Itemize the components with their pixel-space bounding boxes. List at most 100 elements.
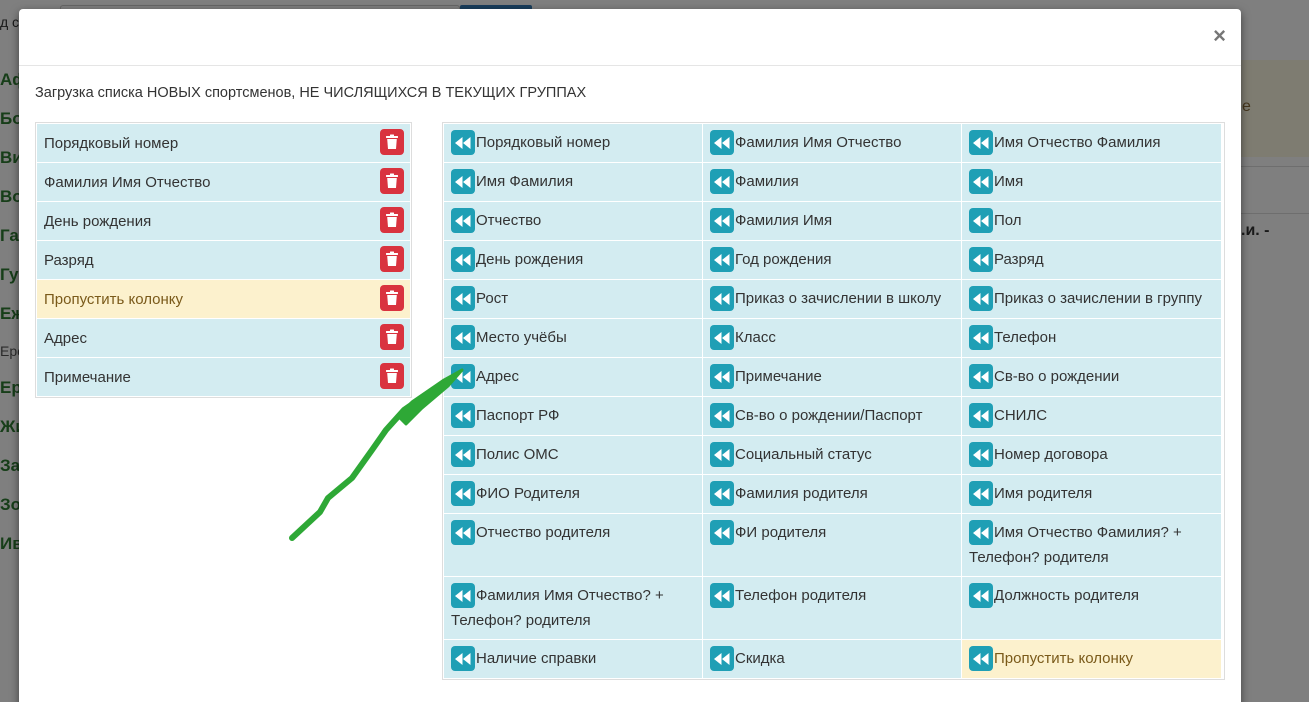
import-modal: × Загрузка списка НОВЫХ спортсменов, НЕ … [19, 9, 1241, 702]
available-field-item[interactable]: Фамилия родителя [703, 475, 961, 513]
available-field-item[interactable]: Имя родителя [962, 475, 1221, 513]
available-field-item[interactable]: Должность родителя [962, 577, 1221, 639]
double-arrow-left-icon[interactable] [451, 481, 475, 506]
trash-icon[interactable] [380, 129, 404, 155]
double-arrow-left-icon[interactable] [451, 247, 475, 272]
double-arrow-left-icon[interactable] [451, 583, 475, 608]
available-field-item[interactable]: Имя Отчество Фамилия [962, 124, 1221, 162]
double-arrow-svg [973, 370, 989, 383]
available-field-item[interactable]: Рост [444, 280, 702, 318]
available-field-item[interactable]: Фамилия Имя Отчество? + Телефон? родител… [444, 577, 702, 639]
double-arrow-left-icon[interactable] [710, 646, 734, 671]
double-arrow-left-icon[interactable] [710, 325, 734, 350]
available-field-item[interactable]: Приказ о зачислении в школу [703, 280, 961, 318]
selected-column-item[interactable]: День рождения [37, 202, 410, 240]
available-field-item[interactable]: Порядковый номер [444, 124, 702, 162]
double-arrow-left-icon[interactable] [451, 286, 475, 311]
available-field-item[interactable]: Св-во о рождении/Паспорт [703, 397, 961, 435]
available-field-item[interactable]: Социальный статус [703, 436, 961, 474]
double-arrow-left-icon[interactable] [710, 520, 734, 545]
trash-icon[interactable] [380, 168, 404, 194]
double-arrow-left-icon[interactable] [710, 403, 734, 428]
double-arrow-left-icon[interactable] [710, 442, 734, 467]
double-arrow-left-icon[interactable] [969, 208, 993, 233]
available-field-item[interactable]: Скидка [703, 640, 961, 678]
double-arrow-left-icon[interactable] [969, 520, 993, 545]
double-arrow-left-icon[interactable] [451, 169, 475, 194]
available-field-item[interactable]: Фамилия Имя [703, 202, 961, 240]
double-arrow-left-icon[interactable] [451, 520, 475, 545]
double-arrow-left-icon[interactable] [969, 481, 993, 506]
available-field-item[interactable]: Отчество [444, 202, 702, 240]
double-arrow-svg [973, 136, 989, 149]
available-field-item[interactable]: Телефон родителя [703, 577, 961, 639]
trash-icon[interactable] [380, 207, 404, 233]
selected-column-item[interactable]: Адрес [37, 319, 410, 357]
selected-column-label: Адрес [44, 329, 87, 347]
available-field-item[interactable]: Место учёбы [444, 319, 702, 357]
available-field-item[interactable]: Фамилия Имя Отчество [703, 124, 961, 162]
available-field-item[interactable]: Наличие справки [444, 640, 702, 678]
double-arrow-left-icon[interactable] [710, 481, 734, 506]
double-arrow-left-icon[interactable] [969, 583, 993, 608]
trash-icon[interactable] [380, 363, 404, 389]
selected-column-item[interactable]: Пропустить колонку [37, 280, 410, 318]
available-field-item[interactable]: Адрес [444, 358, 702, 396]
double-arrow-left-icon[interactable] [451, 130, 475, 155]
double-arrow-left-icon[interactable] [451, 208, 475, 233]
available-field-item[interactable]: Телефон [962, 319, 1221, 357]
available-field-item[interactable]: Пропустить колонку [962, 640, 1221, 678]
available-field-item[interactable]: Примечание [703, 358, 961, 396]
available-field-item[interactable]: Класс [703, 319, 961, 357]
available-field-item[interactable]: Имя [962, 163, 1221, 201]
available-field-item[interactable]: Св-во о рождении [962, 358, 1221, 396]
trash-icon[interactable] [380, 285, 404, 311]
double-arrow-left-icon[interactable] [451, 442, 475, 467]
selected-column-item[interactable]: Фамилия Имя Отчество [37, 163, 410, 201]
double-arrow-left-icon[interactable] [710, 247, 734, 272]
available-field-item[interactable]: День рождения [444, 241, 702, 279]
trash-icon[interactable] [380, 324, 404, 350]
available-field-item[interactable]: Пол [962, 202, 1221, 240]
available-field-item[interactable]: Имя Фамилия [444, 163, 702, 201]
double-arrow-left-icon[interactable] [969, 169, 993, 194]
available-field-item[interactable]: Отчество родителя [444, 514, 702, 576]
available-field-label: Пол [994, 212, 1022, 229]
double-arrow-left-icon[interactable] [710, 208, 734, 233]
double-arrow-left-icon[interactable] [451, 325, 475, 350]
double-arrow-left-icon[interactable] [969, 286, 993, 311]
available-field-item[interactable]: Паспорт РФ [444, 397, 702, 435]
double-arrow-left-icon[interactable] [969, 646, 993, 671]
double-arrow-left-icon[interactable] [451, 646, 475, 671]
available-field-item[interactable]: ФИ родителя [703, 514, 961, 576]
double-arrow-left-icon[interactable] [710, 169, 734, 194]
available-field-item[interactable]: СНИЛС [962, 397, 1221, 435]
available-field-item[interactable]: Имя Отчество Фамилия? + Телефон? родител… [962, 514, 1221, 576]
double-arrow-left-icon[interactable] [710, 364, 734, 389]
double-arrow-left-icon[interactable] [451, 364, 475, 389]
available-field-item[interactable]: ФИО Родителя [444, 475, 702, 513]
close-icon[interactable]: × [1213, 25, 1226, 47]
selected-column-item[interactable]: Порядковый номер [37, 124, 410, 162]
double-arrow-left-icon[interactable] [969, 325, 993, 350]
double-arrow-left-icon[interactable] [969, 247, 993, 272]
available-field-item[interactable]: Фамилия [703, 163, 961, 201]
double-arrow-left-icon[interactable] [969, 403, 993, 428]
double-arrow-left-icon[interactable] [969, 130, 993, 155]
available-field-item[interactable]: Приказ о зачислении в группу [962, 280, 1221, 318]
double-arrow-svg [455, 589, 471, 602]
selected-column-item[interactable]: Разряд [37, 241, 410, 279]
available-field-item[interactable]: Год рождения [703, 241, 961, 279]
double-arrow-left-icon[interactable] [969, 442, 993, 467]
double-arrow-left-icon[interactable] [710, 130, 734, 155]
available-field-item[interactable]: Номер договора [962, 436, 1221, 474]
available-field-item[interactable]: Разряд [962, 241, 1221, 279]
double-arrow-left-icon[interactable] [710, 583, 734, 608]
trash-icon[interactable] [380, 246, 404, 272]
double-arrow-left-icon[interactable] [969, 364, 993, 389]
double-arrow-left-icon[interactable] [710, 286, 734, 311]
double-arrow-svg [973, 487, 989, 500]
selected-column-item[interactable]: Примечание [37, 358, 410, 396]
available-field-item[interactable]: Полис ОМС [444, 436, 702, 474]
double-arrow-left-icon[interactable] [451, 403, 475, 428]
